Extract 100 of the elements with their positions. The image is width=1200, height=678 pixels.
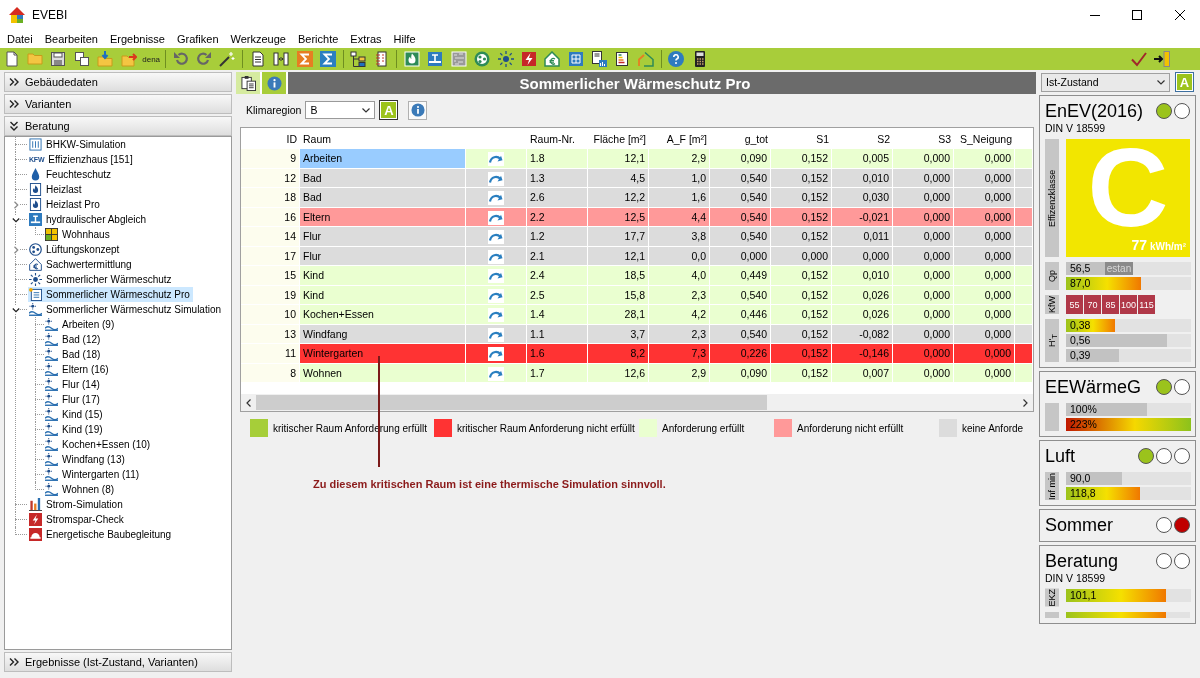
- tab[interactable]: [262, 72, 288, 94]
- sun-wave-icon: [45, 438, 58, 451]
- document-icon[interactable]: [249, 51, 266, 67]
- tree-item[interactable]: Kochen+Essen (10): [44, 437, 154, 452]
- maximize-icon[interactable]: [1132, 10, 1142, 20]
- table-cell: 11: [241, 344, 300, 364]
- tree-item[interactable]: Sommerlicher Wärmeschutz Pro: [28, 287, 193, 302]
- section-header[interactable]: Ergebnisse (Ist-Zustand, Varianten): [4, 652, 232, 672]
- section-header[interactable]: Varianten: [4, 94, 232, 114]
- chevron-down-icon[interactable]: [11, 215, 20, 224]
- horizontal-scrollbar[interactable]: [241, 394, 1033, 411]
- tree-item[interactable]: Wintergarten (11): [44, 467, 143, 482]
- table-row[interactable]: 8 Wohnen 1.7 12,6 2,9 0,090 0,152 0,007 0,000 0,000: [241, 363, 1033, 383]
- table-row[interactable]: 18 Bad 2.6 12,2 1,6 0,540 0,152 0,030 0,000 0,000: [241, 188, 1033, 208]
- tree-item[interactable]: Lüftungskonzept: [28, 242, 123, 257]
- section-header[interactable]: Beratung: [4, 116, 232, 136]
- checkmark-icon[interactable]: [1130, 51, 1147, 67]
- redo-icon[interactable]: [196, 51, 213, 67]
- tree-item[interactable]: Bad (18): [44, 347, 104, 362]
- table-row[interactable]: 9 Arbeiten 1.8 12,1 2,9 0,090 0,152 0,005 0,000 0,000: [241, 149, 1033, 169]
- menu-item[interactable]: Datei: [1, 33, 39, 45]
- grid-tile-icon[interactable]: [567, 51, 584, 67]
- sum-icon[interactable]: [320, 51, 336, 67]
- minimize-icon[interactable]: [1090, 14, 1100, 16]
- flame-tile-icon[interactable]: [404, 51, 421, 67]
- tree-item[interactable]: Stromspar-Check: [28, 512, 127, 527]
- info-button[interactable]: [408, 100, 428, 120]
- tree-diagram-icon[interactable]: [350, 51, 367, 67]
- menu-item[interactable]: Grafiken: [170, 33, 225, 45]
- scrollbar-thumb[interactable]: [256, 395, 767, 410]
- tree-item[interactable]: Wohnhaus: [44, 227, 113, 242]
- menu-item[interactable]: Bearbeiten: [38, 33, 104, 45]
- menu-item[interactable]: Hilfe: [387, 33, 422, 45]
- menu-item[interactable]: Ergebnisse: [103, 33, 171, 45]
- chevron-right-icon[interactable]: [1023, 398, 1028, 407]
- document-chart-icon[interactable]: [591, 51, 608, 67]
- table-cell: 12,6: [588, 363, 649, 383]
- table-cell: 2,9: [649, 149, 710, 169]
- table-row[interactable]: 10 Kochen+Essen 1.4 28,1 4,2 0,446 0,152 0,026 0,000 0,000: [241, 305, 1033, 325]
- tree-item[interactable]: Heizlast: [28, 182, 85, 197]
- exit-icon[interactable]: [1154, 51, 1170, 67]
- tree-item[interactable]: Flur (17): [44, 392, 103, 407]
- tree-item[interactable]: Strom-Simulation: [28, 497, 126, 512]
- tree-item[interactable]: Eltern (16): [44, 362, 112, 377]
- help-icon[interactable]: [668, 51, 685, 67]
- house-outline-icon[interactable]: [637, 51, 654, 67]
- tree-item[interactable]: Bad (12): [44, 332, 104, 347]
- tree-item[interactable]: Windfang (13): [44, 452, 128, 467]
- tree-item[interactable]: Sommerlicher Wärmeschutz Simulation: [28, 302, 225, 317]
- table-row[interactable]: 16 Eltern 2.2 12,5 4,4 0,540 0,152 -0,021 0,000 0,000: [241, 207, 1033, 227]
- notepad-icon[interactable]: [373, 51, 390, 67]
- section-header[interactable]: Gebäudedaten: [4, 72, 232, 92]
- tree-item[interactable]: Energetische Baubegleitung: [28, 527, 175, 542]
- chevron-down-icon[interactable]: [11, 305, 20, 314]
- table-row[interactable]: 11 Wintergarten 1.6 8,2 7,3 0,226 0,152 -0,146 0,000 0,000: [241, 344, 1033, 364]
- circle-nodes-icon[interactable]: [474, 51, 491, 67]
- tree-item[interactable]: Sommerlicher Wärmeschutz: [28, 272, 175, 287]
- house-euro-icon[interactable]: [544, 51, 561, 67]
- chevron-left-icon[interactable]: [246, 398, 251, 407]
- tree-item[interactable]: Feuchteschutz: [28, 167, 115, 182]
- magic-wand-icon[interactable]: [219, 51, 236, 67]
- table-row[interactable]: 19 Kind 2.5 15,8 2,3 0,540 0,152 0,026 0,000 0,000: [241, 285, 1033, 305]
- texture-tile-icon[interactable]: [450, 51, 467, 67]
- table-row[interactable]: 14 Flur 1.2 17,7 3,8 0,540 0,152 0,011 0,000 0,000: [241, 227, 1033, 247]
- tab[interactable]: [236, 72, 262, 94]
- table-row[interactable]: 17 Flur 2.1 12,1 0,0 0,000 0,000 0,000 0,000 0,000: [241, 246, 1033, 266]
- text-button[interactable]: dena: [140, 51, 163, 67]
- sum-icon[interactable]: [296, 51, 313, 67]
- tree-item[interactable]: hydraulischer Abgleich: [28, 212, 150, 227]
- folder-arrow-icon[interactable]: [120, 51, 137, 67]
- document-bars-icon[interactable]: [614, 51, 631, 67]
- dropdown[interactable]: B: [305, 101, 376, 119]
- tree-item[interactable]: Kind (19): [44, 422, 106, 437]
- table-row[interactable]: 13 Windfang 1.1 3,7 2,3 0,540 0,152 -0,082 0,000 0,000: [241, 324, 1033, 344]
- dropdown[interactable]: Ist-Zustand: [1041, 72, 1170, 92]
- save-icon[interactable]: [50, 51, 67, 67]
- table-cell: 0,446: [710, 305, 771, 325]
- tree-item[interactable]: Wohnen (8): [44, 482, 118, 497]
- menu-item[interactable]: Berichte: [291, 33, 345, 45]
- columns-arrows-icon[interactable]: [273, 51, 290, 67]
- close-icon[interactable]: [1175, 10, 1185, 20]
- sun-wave-icon: [45, 408, 58, 421]
- pipe-tile-icon[interactable]: [427, 51, 444, 67]
- tree-item[interactable]: Heizlast Pro: [28, 197, 103, 212]
- new-document-icon[interactable]: [3, 51, 20, 67]
- lightning-tile-icon[interactable]: [521, 51, 537, 67]
- tree-item[interactable]: Kind (15): [44, 407, 106, 422]
- table-cell: 0,090: [710, 149, 771, 169]
- menu-item[interactable]: Extras: [344, 33, 388, 45]
- copy-icon[interactable]: [73, 51, 90, 67]
- tree-item[interactable]: Flur (14): [44, 377, 103, 392]
- undo-icon[interactable]: [172, 51, 189, 67]
- tree-item[interactable]: Sachwertermittlung: [28, 257, 135, 272]
- tree-item[interactable]: Arbeiten (9): [44, 317, 118, 332]
- sun-icon[interactable]: [497, 51, 514, 67]
- table-row[interactable]: 15 Kind 2.4 18,5 4,0 0,449 0,152 0,010 0,000 0,000: [241, 266, 1033, 286]
- table-row[interactable]: 12 Bad 1.3 4,5 1,0 0,540 0,152 0,010 0,000 0,000: [241, 168, 1033, 188]
- folder-download-icon[interactable]: [97, 51, 114, 67]
- tree-item[interactable]: BHKW-Simulation: [28, 137, 129, 152]
- menu-item[interactable]: Werkzeuge: [224, 33, 292, 45]
